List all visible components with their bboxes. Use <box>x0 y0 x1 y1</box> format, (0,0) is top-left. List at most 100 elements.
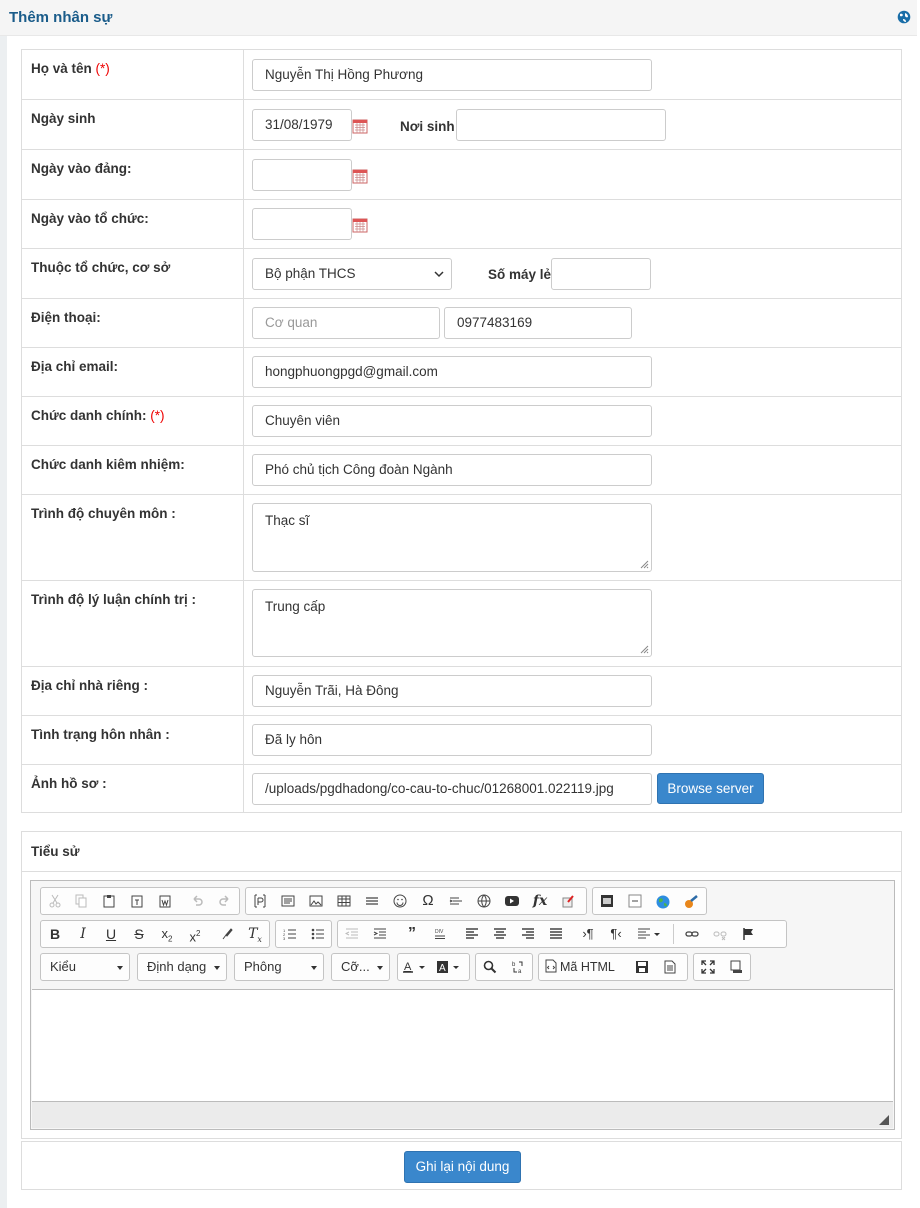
iframe-globe-icon[interactable] <box>472 889 496 913</box>
chevron-down-icon <box>117 966 123 970</box>
outdent-icon[interactable] <box>340 922 364 946</box>
list-toolbar-group: 123 <box>275 920 332 948</box>
calendar-icon[interactable] <box>352 168 368 184</box>
show-blocks-icon[interactable] <box>724 955 748 979</box>
globe-icon[interactable] <box>897 10 911 24</box>
expertise-value: Thạc sĩ <box>265 513 310 528</box>
new-page-icon[interactable] <box>658 955 682 979</box>
youtube-icon[interactable] <box>500 889 524 913</box>
party-date-input[interactable] <box>252 159 352 191</box>
table-icon[interactable] <box>332 889 356 913</box>
paste-text-icon[interactable] <box>125 889 149 913</box>
style-combo-label: Kiểu <box>50 959 77 974</box>
align-right-icon[interactable] <box>516 922 540 946</box>
format-combo[interactable]: Định dạng <box>137 953 227 981</box>
replace-icon[interactable]: ba <box>506 955 530 979</box>
birthplace-label: Nơi sinh <box>400 119 455 134</box>
dob-input[interactable]: 31/08/1979 <box>252 109 352 141</box>
template-icon[interactable] <box>248 889 272 913</box>
bold-icon[interactable]: B <box>43 922 67 946</box>
editor-content-area[interactable] <box>32 989 893 1102</box>
full-name-input[interactable]: Nguyễn Thị Hồng Phương <box>252 59 652 91</box>
source-button-label: Mã HTML <box>560 960 615 974</box>
calendar-icon[interactable] <box>352 118 368 134</box>
formula-icon[interactable]: fx <box>528 889 552 913</box>
div-container-icon[interactable]: DIV <box>428 922 452 946</box>
numbered-list-icon[interactable]: 123 <box>278 922 302 946</box>
align-left-icon[interactable] <box>460 922 484 946</box>
page-break-icon[interactable] <box>444 889 468 913</box>
underline-icon[interactable]: U <box>99 922 123 946</box>
bio-label: Tiểu sử <box>31 844 80 859</box>
save-content-button[interactable]: Ghi lại nội dung <box>404 1151 521 1183</box>
text-color-icon[interactable]: A <box>400 955 432 979</box>
concurrent-title-input[interactable]: Phó chủ tịch Công đoàn Ngành <box>252 454 652 486</box>
political-value: Trung cấp <box>265 599 326 614</box>
format-painter-icon[interactable] <box>215 922 239 946</box>
paste-word-icon[interactable] <box>153 889 177 913</box>
browse-server-button[interactable]: Browse server <box>657 773 764 804</box>
mobile-phone-input[interactable]: 0977483169 <box>444 307 632 339</box>
resize-grip-icon[interactable] <box>639 559 649 569</box>
calendar-icon[interactable] <box>352 217 368 233</box>
paste-icon[interactable] <box>97 889 121 913</box>
save-icon[interactable] <box>630 955 654 979</box>
bullet-list-icon[interactable] <box>306 922 330 946</box>
horizontal-rule-icon[interactable] <box>360 889 384 913</box>
language-icon[interactable] <box>632 922 666 946</box>
photo-path-input[interactable]: /uploads/pgdhadong/co-cau-to-chuc/012680… <box>252 773 652 805</box>
font-combo[interactable]: Phông <box>234 953 324 981</box>
cut-icon[interactable] <box>43 889 67 913</box>
blockquote-icon[interactable]: ” <box>400 922 424 946</box>
undo-icon[interactable] <box>185 889 209 913</box>
form-icon[interactable] <box>276 889 300 913</box>
copy-icon[interactable] <box>69 889 93 913</box>
email-input[interactable]: hongphuongpgd@gmail.com <box>252 356 652 388</box>
special-paste-icon[interactable] <box>556 889 580 913</box>
ltr-icon[interactable]: ›¶ <box>576 922 600 946</box>
birthplace-input[interactable] <box>456 109 666 141</box>
marital-input[interactable]: Đã ly hôn <box>252 724 652 756</box>
style-combo[interactable]: Kiểu <box>40 953 130 981</box>
superscript-icon[interactable]: x2 <box>183 922 207 946</box>
office-phone-input[interactable]: Cơ quan <box>252 307 440 339</box>
source-button[interactable]: Mã HTML <box>541 955 621 979</box>
size-combo[interactable]: Cỡ... <box>331 953 390 981</box>
find-icon[interactable] <box>478 955 502 979</box>
unlink-icon[interactable] <box>708 922 732 946</box>
smiley-icon[interactable] <box>388 889 412 913</box>
remove-format-icon[interactable]: Tx <box>243 922 267 946</box>
justify-icon[interactable] <box>544 922 568 946</box>
strikethrough-icon[interactable]: S <box>127 922 151 946</box>
indent-icon[interactable] <box>368 922 392 946</box>
org-select[interactable]: Bộ phận THCS <box>252 258 452 290</box>
rtl-icon[interactable]: ¶‹ <box>604 922 628 946</box>
org-date-input[interactable] <box>252 208 352 240</box>
insert-toolbar-group: Ω fx <box>245 887 587 915</box>
earth-icon[interactable] <box>651 889 675 913</box>
anchor-flag-icon[interactable] <box>736 922 760 946</box>
basic-style-toolbar-group: B I U S x2 x2 Tx <box>40 920 270 948</box>
main-title-input[interactable]: Chuyên viên <box>252 405 652 437</box>
chevron-down-icon <box>434 271 444 278</box>
plugin-icon[interactable] <box>679 889 703 913</box>
expertise-textarea[interactable]: Thạc sĩ <box>252 503 652 572</box>
link-icon[interactable] <box>680 922 704 946</box>
image-icon[interactable] <box>304 889 328 913</box>
omega-icon[interactable]: Ω <box>416 889 440 913</box>
align-center-icon[interactable] <box>488 922 512 946</box>
italic-icon[interactable]: I <box>71 922 95 946</box>
film-icon[interactable] <box>595 889 619 913</box>
ext-input[interactable] <box>551 258 651 290</box>
resize-grip-icon[interactable] <box>879 1115 889 1125</box>
maximize-icon[interactable] <box>696 955 720 979</box>
redo-icon[interactable] <box>213 889 237 913</box>
political-textarea[interactable]: Trung cấp <box>252 589 652 657</box>
view-toolbar-group <box>693 953 751 981</box>
address-input[interactable]: Nguyễn Trãi, Hà Đông <box>252 675 652 707</box>
svg-text:b: b <box>512 962 516 968</box>
bg-color-icon[interactable]: A <box>434 955 466 979</box>
minus-box-icon[interactable] <box>623 889 647 913</box>
subscript-icon[interactable]: x2 <box>155 922 179 946</box>
resize-grip-icon[interactable] <box>639 644 649 654</box>
